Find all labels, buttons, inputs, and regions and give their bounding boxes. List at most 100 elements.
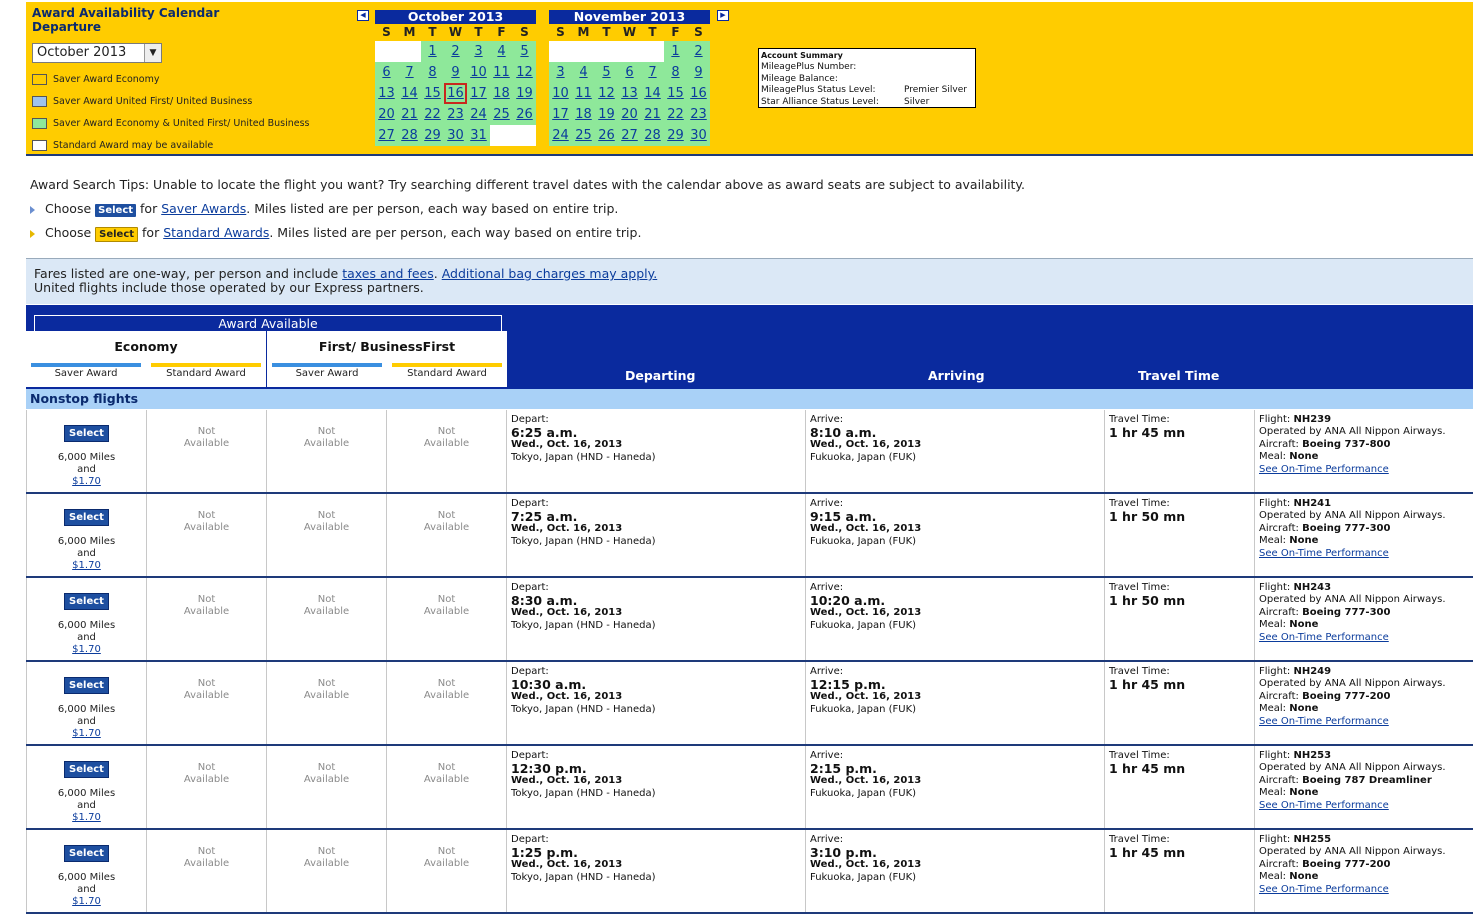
calendar-day[interactable]: 18 <box>572 104 595 125</box>
calendar-day[interactable]: 19 <box>595 104 618 125</box>
taxes-fees-link[interactable]: taxes and fees <box>342 266 434 281</box>
calendar-day[interactable]: 14 <box>641 83 664 104</box>
fee-link[interactable]: $1.70 <box>72 560 101 571</box>
calendar-day[interactable]: 25 <box>572 125 595 146</box>
calendar-day[interactable]: 8 <box>664 62 687 83</box>
calendar-day[interactable]: 16 <box>687 83 710 104</box>
calendar-day[interactable]: 6 <box>618 62 641 83</box>
calendar-weekdays: SMTWTFS <box>549 24 710 41</box>
calendar-october: October 2013 S M T W T F S 1 2 3 4 5 6 7 8 9 10 11 12 13 14 15… <box>375 10 536 146</box>
calendar-day[interactable]: 31 <box>467 125 490 146</box>
calendar-day[interactable]: 26 <box>513 104 536 125</box>
prev-month-arrow-icon[interactable]: ◀ <box>357 10 369 21</box>
calendar-day[interactable]: 22 <box>664 104 687 125</box>
departure-cell: Depart: 12:30 p.m. Wed., Oct. 16, 2013 Toky… <box>507 746 806 828</box>
fee-link[interactable]: $1.70 <box>72 896 101 907</box>
calendar-day[interactable]: 27 <box>618 125 641 146</box>
calendar-day[interactable]: 9 <box>687 62 710 83</box>
economy-saver-header[interactable]: Saver Award <box>31 363 141 381</box>
calendar-day[interactable]: 30 <box>444 125 467 146</box>
calendar-day[interactable]: 29 <box>664 125 687 146</box>
first-standard-header[interactable]: Standard Award <box>392 363 502 381</box>
bag-charges-link[interactable]: Additional bag charges may apply. <box>442 266 658 281</box>
calendar-day[interactable]: 28 <box>398 125 421 146</box>
calendar-day[interactable]: 18 <box>490 83 513 104</box>
fee-link[interactable]: $1.70 <box>72 728 101 739</box>
on-time-performance-link[interactable]: See On-Time Performance <box>1259 632 1389 643</box>
select-button[interactable]: Select <box>64 677 109 694</box>
calendar-day[interactable]: 24 <box>549 125 572 146</box>
on-time-performance-link[interactable]: See On-Time Performance <box>1259 884 1389 895</box>
calendar-day[interactable]: 13 <box>618 83 641 104</box>
calendar-day[interactable]: 27 <box>375 125 398 146</box>
on-time-performance-link[interactable]: See On-Time Performance <box>1259 464 1389 475</box>
on-time-performance-link[interactable]: See On-Time Performance <box>1259 800 1389 811</box>
calendar-day[interactable]: 8 <box>421 62 444 83</box>
calendar-day[interactable]: 10 <box>467 62 490 83</box>
calendar-day[interactable]: 23 <box>687 104 710 125</box>
calendar-day[interactable]: 2 <box>687 41 710 62</box>
calendar-day[interactable]: 6 <box>375 62 398 83</box>
economy-saver-cell: Select 6,000 Miles and $1.70 <box>26 410 147 492</box>
calendar-weekdays: SMTWTFS <box>375 24 536 41</box>
calendar-day[interactable]: 29 <box>421 125 444 146</box>
calendar-day[interactable]: 12 <box>513 62 536 83</box>
calendar-day[interactable]: 10 <box>549 83 572 104</box>
standard-awards-link[interactable]: Standard Awards <box>163 225 269 240</box>
arriving-header[interactable]: Arriving <box>928 368 985 383</box>
departing-header[interactable]: Departing <box>625 368 696 383</box>
first-standard-cell: Not Available <box>387 410 507 492</box>
economy-standard-header[interactable]: Standard Award <box>151 363 261 381</box>
calendar-day[interactable]: 17 <box>549 104 572 125</box>
calendar-empty-cell <box>375 41 398 62</box>
calendar-day[interactable]: 17 <box>467 83 490 104</box>
calendar-day[interactable]: 20 <box>375 104 398 125</box>
first-saver-header[interactable]: Saver Award <box>272 363 382 381</box>
calendar-day[interactable]: 20 <box>618 104 641 125</box>
select-button[interactable]: Select <box>64 845 109 862</box>
calendar-day[interactable]: 21 <box>641 104 664 125</box>
calendar-day[interactable]: 12 <box>595 83 618 104</box>
calendar-day[interactable]: 21 <box>398 104 421 125</box>
calendar-day[interactable]: 7 <box>641 62 664 83</box>
select-button[interactable]: Select <box>64 425 109 442</box>
calendar-day[interactable]: 5 <box>595 62 618 83</box>
next-month-arrow-icon[interactable]: ▶ <box>717 10 729 21</box>
calendar-day[interactable]: 3 <box>549 62 572 83</box>
fee-link[interactable]: $1.70 <box>72 476 101 487</box>
calendar-day[interactable]: 7 <box>398 62 421 83</box>
calendar-day[interactable]: 1 <box>421 41 444 62</box>
calendar-day[interactable]: 11 <box>490 62 513 83</box>
select-button[interactable]: Select <box>64 761 109 778</box>
calendar-day[interactable]: 28 <box>641 125 664 146</box>
calendar-day[interactable]: 15 <box>664 83 687 104</box>
calendar-day[interactable]: 14 <box>398 83 421 104</box>
calendar-day[interactable]: 19 <box>513 83 536 104</box>
calendar-day[interactable]: 5 <box>513 41 536 62</box>
travel-time-header[interactable]: Travel Time <box>1138 368 1219 383</box>
calendar-day[interactable]: 9 <box>444 62 467 83</box>
calendar-day[interactable]: 4 <box>490 41 513 62</box>
on-time-performance-link[interactable]: See On-Time Performance <box>1259 716 1389 727</box>
select-button[interactable]: Select <box>64 509 109 526</box>
calendar-day[interactable]: 4 <box>572 62 595 83</box>
fee-link[interactable]: $1.70 <box>72 812 101 823</box>
calendar-day[interactable]: 26 <box>595 125 618 146</box>
calendar-day[interactable]: 13 <box>375 83 398 104</box>
calendar-day[interactable]: 22 <box>421 104 444 125</box>
calendar-day[interactable]: 30 <box>687 125 710 146</box>
calendar-day[interactable]: 1 <box>664 41 687 62</box>
calendar-day[interactable]: 11 <box>572 83 595 104</box>
calendar-day[interactable]: 25 <box>490 104 513 125</box>
calendar-day[interactable]: 3 <box>467 41 490 62</box>
saver-awards-link[interactable]: Saver Awards <box>161 201 246 216</box>
calendar-day[interactable]: 16 <box>444 83 467 104</box>
select-button[interactable]: Select <box>64 593 109 610</box>
on-time-performance-link[interactable]: See On-Time Performance <box>1259 548 1389 559</box>
calendar-day[interactable]: 24 <box>467 104 490 125</box>
calendar-day[interactable]: 15 <box>421 83 444 104</box>
fee-link[interactable]: $1.70 <box>72 644 101 655</box>
calendar-day[interactable]: 2 <box>444 41 467 62</box>
calendar-day[interactable]: 23 <box>444 104 467 125</box>
month-dropdown[interactable]: October 2013 ▼ <box>32 43 162 63</box>
